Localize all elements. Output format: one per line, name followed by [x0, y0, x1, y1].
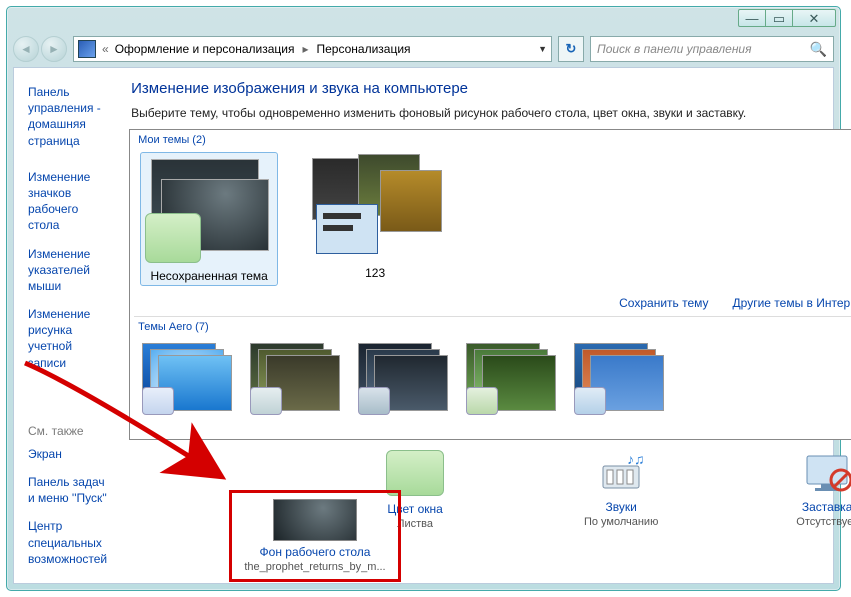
breadcrumb-back-chevrons: «: [102, 42, 109, 56]
window-body: Панель управления - домашняя страница Из…: [13, 67, 834, 584]
group-aero-themes: Темы Aero (7): [130, 317, 851, 335]
theme-thumbnail: [143, 155, 281, 265]
option-screensaver[interactable]: Заставка Отсутствует: [747, 450, 851, 528]
theme-thumbnail: [306, 152, 444, 262]
maximize-button[interactable]: ▭: [765, 9, 793, 27]
forward-button[interactable]: ►: [41, 36, 67, 62]
aero-theme-4[interactable]: [464, 341, 554, 415]
navigation-bar: ◄ ► « Оформление и персонализация ▸ Перс…: [7, 33, 840, 65]
aero-theme-2[interactable]: [248, 341, 338, 415]
minimize-icon: —: [746, 12, 759, 25]
control-panel-icon: [78, 40, 96, 58]
see-also-taskbar[interactable]: Панель задач и меню ''Пуск'': [28, 474, 107, 506]
my-themes-row: Несохраненная тема 123: [130, 148, 851, 294]
close-icon: ✕: [809, 12, 820, 25]
back-button[interactable]: ◄: [13, 36, 39, 62]
refresh-icon: ↻: [566, 41, 577, 57]
option-value: По умолчанию: [541, 516, 701, 528]
aero-themes-row: [130, 335, 851, 425]
search-input[interactable]: Поиск в панели управления 🔍: [590, 36, 834, 62]
theme-123[interactable]: 123: [306, 152, 444, 280]
sounds-icon: ♪♫: [593, 450, 649, 494]
option-desktop-background[interactable]: Фон рабочего стола the_prophet_returns_b…: [240, 499, 390, 573]
minimize-button[interactable]: —: [738, 9, 766, 27]
svg-text:♪♫: ♪♫: [627, 451, 645, 467]
option-label[interactable]: Звуки: [541, 500, 701, 514]
page-title: Изменение изображения и звука на компьют…: [131, 80, 851, 97]
address-bar[interactable]: « Оформление и персонализация ▸ Персонал…: [73, 36, 552, 62]
theme-unsaved[interactable]: Несохраненная тема: [140, 152, 278, 286]
more-themes-link[interactable]: Другие темы в Интернете: [733, 296, 851, 310]
theme-label: 123: [306, 266, 444, 280]
sidebar: Панель управления - домашняя страница Из…: [14, 68, 117, 583]
screensaver-icon: [799, 450, 851, 494]
sidebar-link-mouse-pointers[interactable]: Изменение указателей мыши: [28, 246, 107, 295]
main-content: ? Изменение изображения и звука на компь…: [117, 68, 851, 583]
breadcrumb-item-2[interactable]: Персонализация: [316, 42, 410, 56]
refresh-button[interactable]: ↻: [558, 36, 584, 62]
close-button[interactable]: ✕: [792, 9, 836, 27]
sidebar-link-account-picture[interactable]: Изменение рисунка учетной записи: [28, 306, 107, 371]
title-bar: — ▭ ✕: [7, 7, 840, 33]
theme-actions: Сохранить тему Другие темы в Интернете: [130, 294, 851, 316]
aero-theme-3[interactable]: [356, 341, 446, 415]
page-subtitle: Выберите тему, чтобы одновременно измени…: [131, 105, 851, 121]
option-value: Отсутствует: [747, 516, 851, 528]
see-also-ease-of-access[interactable]: Центр специальных возможностей: [28, 518, 107, 567]
nav-back-forward: ◄ ►: [13, 36, 67, 62]
option-label[interactable]: Фон рабочего стола: [260, 545, 371, 559]
option-sounds[interactable]: ♪♫ Звуки По умолчанию: [541, 450, 701, 528]
aero-theme-1[interactable]: [140, 341, 230, 415]
option-value: the_prophet_returns_by_m...: [240, 561, 390, 573]
maximize-icon: ▭: [773, 12, 785, 25]
control-panel-window: — ▭ ✕ ◄ ► « Оформление и персонализация …: [6, 6, 841, 591]
search-placeholder: Поиск в панели управления: [597, 42, 752, 56]
see-also-heading: См. также: [28, 424, 107, 438]
search-icon[interactable]: 🔍: [810, 41, 827, 58]
see-also-display[interactable]: Экран: [28, 446, 107, 462]
group-my-themes: Мои темы (2): [130, 130, 851, 148]
sidebar-home-link[interactable]: Панель управления - домашняя страница: [28, 84, 107, 149]
breadcrumb-item-1[interactable]: Оформление и персонализация: [115, 42, 295, 56]
themes-panel: Мои темы (2) Несохраненная тема: [129, 129, 851, 440]
window-control-group: — ▭ ✕: [739, 9, 836, 27]
aero-theme-5[interactable]: [572, 341, 662, 415]
desktop-background-icon: [273, 499, 357, 541]
theme-label: Несохраненная тема: [143, 269, 275, 283]
option-label[interactable]: Заставка: [747, 500, 851, 514]
save-theme-link[interactable]: Сохранить тему: [619, 296, 708, 310]
address-dropdown-icon[interactable]: ▼: [538, 44, 547, 54]
highlight-desktop-background: Фон рабочего стола the_prophet_returns_b…: [229, 490, 401, 582]
sidebar-link-desktop-icons[interactable]: Изменение значков рабочего стола: [28, 169, 107, 234]
breadcrumb-sep-icon: ▸: [300, 42, 310, 56]
